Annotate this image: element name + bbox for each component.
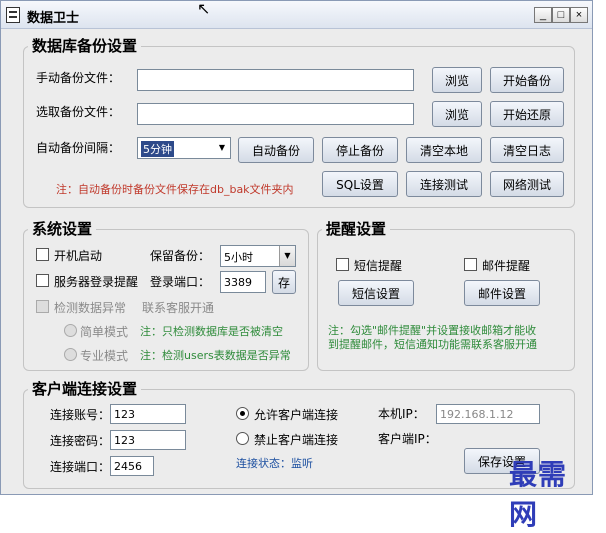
connection-test-button[interactable]: 连接测试 (406, 171, 482, 197)
mail-alert-label: 邮件提醒 (482, 259, 531, 273)
port-input[interactable] (110, 456, 154, 476)
system-settings-title: 系统设置 (28, 218, 97, 239)
sms-settings-button[interactable]: 短信设置 (338, 280, 414, 306)
sms-alert-checkbox[interactable] (336, 258, 349, 271)
browse-select-button[interactable]: 浏览 (432, 101, 482, 127)
stop-backup-button[interactable]: 停止备份 (322, 137, 398, 163)
simple-mode-label: 简单模式 (80, 325, 129, 339)
detect-anomaly-label: 检测数据异常 (54, 301, 127, 315)
sql-settings-button[interactable]: SQL设置 (322, 171, 398, 197)
manual-backup-label: 手动备份文件： (36, 71, 121, 85)
mail-settings-button[interactable]: 邮件设置 (464, 280, 540, 306)
chevron-down-icon: ▼ (279, 246, 295, 266)
backup-note: 注：自动备份时备份文件保存在db_bak文件夹内 (56, 183, 294, 196)
deny-client-radio[interactable] (236, 432, 249, 445)
start-restore-button[interactable]: 开始还原 (490, 101, 564, 127)
alert-settings-group: 提醒设置 短信提醒 邮件提醒 短信设置 邮件设置 注：勾选"邮件提醒"并设置接收… (317, 218, 575, 371)
local-ip-input[interactable] (436, 404, 540, 424)
select-backup-label: 选取备份文件： (36, 105, 121, 119)
interval-label: 自动备份间隔： (36, 141, 121, 155)
backup-settings-group: 数据库备份设置 手动备份文件： 浏览 开始备份 选取备份文件： 浏览 开始还原 … (23, 35, 575, 208)
port-label: 连接端口： (50, 460, 111, 474)
minimize-button[interactable]: _ (534, 7, 552, 23)
system-settings-group: 系统设置 开机启动 保留备份： 5小时 ▼ 服务器登录提醒 登录端口： 存 检测… (23, 218, 309, 371)
chevron-down-icon: ▼ (214, 138, 230, 158)
sms-alert-label: 短信提醒 (354, 259, 403, 273)
clear-log-button[interactable]: 清空日志 (490, 137, 564, 163)
simple-mode-note: 注：只检测数据库是否被清空 (140, 325, 283, 338)
password-input[interactable] (110, 430, 186, 450)
select-backup-input[interactable] (137, 103, 414, 125)
title-bar: 数据卫士 ↖ _ □ × (1, 1, 592, 29)
autostart-checkbox[interactable] (36, 248, 49, 261)
auto-backup-button[interactable]: 自动备份 (238, 137, 314, 163)
clear-local-button[interactable]: 清空本地 (406, 137, 482, 163)
autostart-label: 开机启动 (54, 249, 103, 263)
deny-client-label: 禁止客户端连接 (254, 433, 339, 447)
account-input[interactable] (110, 404, 186, 424)
login-port-label: 登录端口： (150, 275, 211, 289)
client-ip-label: 客户端IP： (378, 432, 437, 446)
interval-value: 5分钟 (141, 141, 174, 157)
connection-status: 连接状态：监听 (236, 457, 313, 470)
server-login-alert-checkbox[interactable] (36, 274, 49, 287)
local-ip-label: 本机IP： (378, 407, 425, 421)
save-port-button[interactable]: 存 (272, 270, 296, 294)
keep-backup-label: 保留备份： (150, 249, 211, 263)
allow-client-radio[interactable] (236, 407, 249, 420)
main-window: 数据卫士 ↖ _ □ × 数据库备份设置 手动备份文件： 浏览 开始备份 选取备… (0, 0, 593, 531)
keep-backup-value: 5小时 (224, 251, 253, 264)
client-connection-group: 客户端连接设置 连接账号： 连接密码： 连接端口： 允许客户端连接 禁止客户端连… (23, 378, 575, 489)
mouse-cursor-icon: ↖ (197, 0, 211, 18)
browse-manual-button[interactable]: 浏览 (432, 67, 482, 93)
alert-note-line2: 到提醒邮件，短信通知功能需联系客服开通 (328, 338, 537, 351)
network-test-button[interactable]: 网络测试 (490, 171, 564, 197)
detect-anomaly-checkbox[interactable] (36, 300, 49, 313)
allow-client-label: 允许客户端连接 (254, 408, 339, 422)
pro-mode-note: 注：检测users表数据是否异常 (140, 349, 291, 362)
pro-mode-label: 专业模式 (80, 349, 129, 363)
client-connection-title: 客户端连接设置 (28, 378, 142, 399)
window-title: 数据卫士 (27, 11, 80, 26)
watermark: 最需网 (509, 458, 568, 531)
simple-mode-radio[interactable] (64, 324, 77, 337)
server-login-alert-label: 服务器登录提醒 (54, 275, 139, 289)
interval-select[interactable]: 5分钟 ▼ (137, 137, 231, 159)
password-label: 连接密码： (50, 434, 111, 448)
mail-alert-checkbox[interactable] (464, 258, 477, 271)
backup-settings-title: 数据库备份设置 (28, 35, 142, 56)
app-icon (6, 7, 20, 23)
alert-settings-title: 提醒设置 (322, 218, 391, 239)
close-button[interactable]: × (570, 7, 588, 23)
pro-mode-radio[interactable] (64, 348, 77, 361)
contact-support-label: 联系客服开通 (142, 301, 215, 315)
start-backup-button[interactable]: 开始备份 (490, 67, 564, 93)
account-label: 连接账号： (50, 408, 111, 422)
manual-backup-input[interactable] (137, 69, 414, 91)
keep-backup-select[interactable]: 5小时 ▼ (220, 245, 296, 267)
login-port-input[interactable] (220, 271, 266, 293)
maximize-button[interactable]: □ (552, 7, 570, 23)
